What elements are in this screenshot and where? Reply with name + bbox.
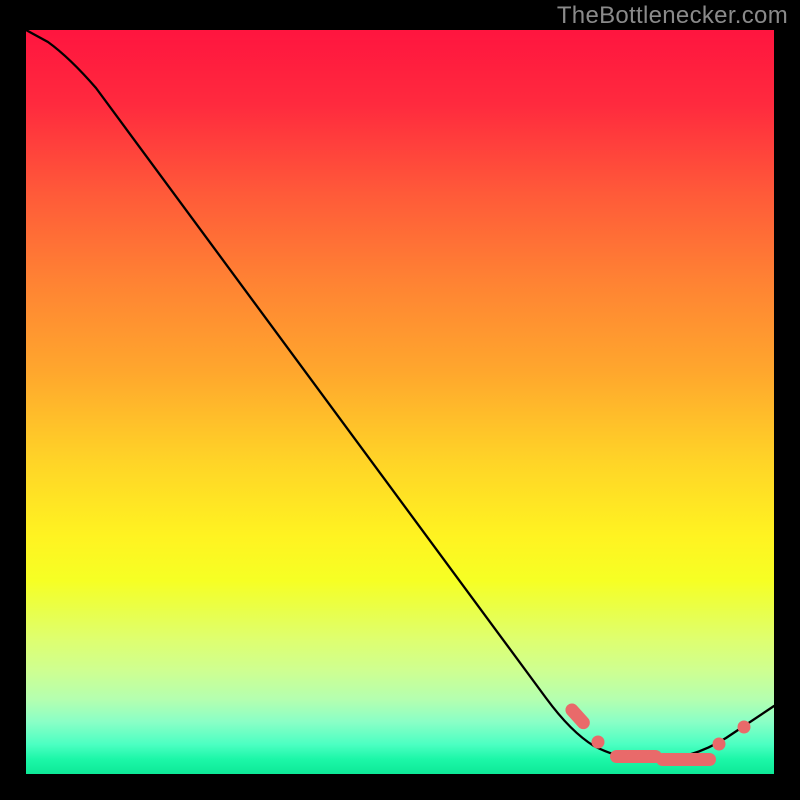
bottleneck-curve <box>26 30 774 760</box>
marker-trough-pill-1 <box>610 750 662 763</box>
chart-container: TheBottlenecker.com <box>0 0 800 800</box>
marker-trough-dot-end <box>713 738 726 751</box>
curve-svg <box>26 30 774 774</box>
marker-descent-pill <box>563 701 593 732</box>
marker-ascent-dot <box>738 721 751 734</box>
marker-descent-dot <box>592 736 605 749</box>
attribution-label: TheBottlenecker.com <box>557 2 788 30</box>
marker-trough-pill-2 <box>656 753 716 766</box>
plot-area <box>26 30 774 774</box>
